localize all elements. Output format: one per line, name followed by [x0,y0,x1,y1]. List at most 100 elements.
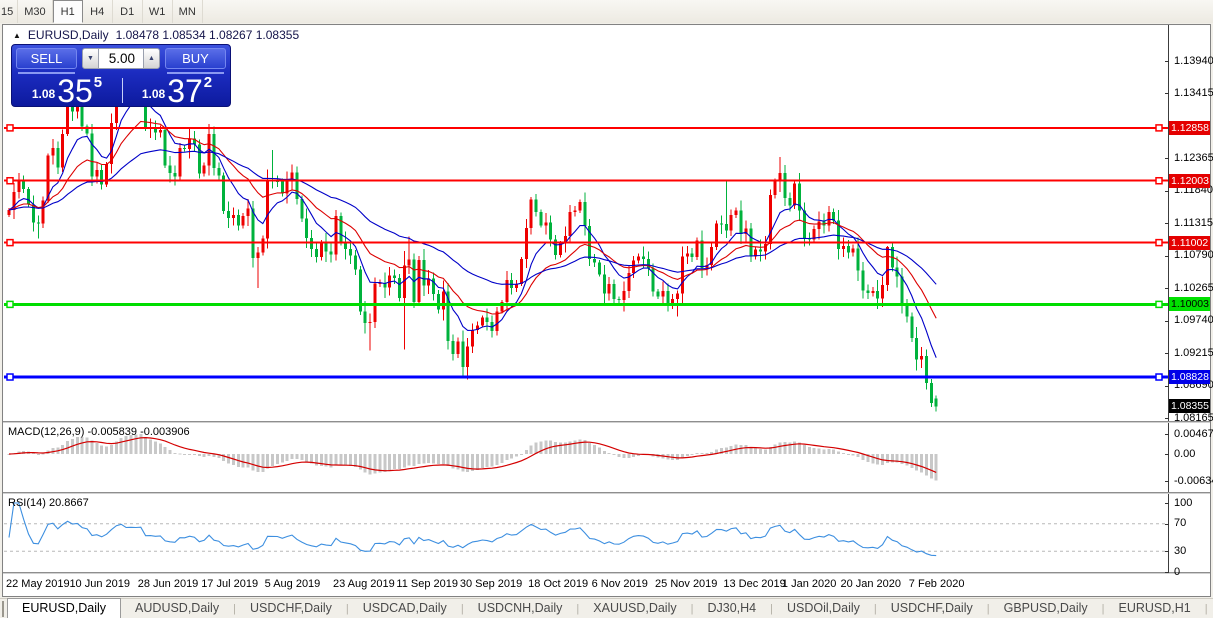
volume-decrease-icon[interactable]: ▼ [82,48,99,69]
chart-tab[interactable]: XAUUSD,Daily [579,599,690,618]
timeframe-button-h4[interactable]: H4 [83,0,113,23]
rsi-current-value: 20.8667 [48,497,89,509]
volume-stepper: ▼ 5.00 ▲ [82,48,160,69]
candle-body [549,222,553,240]
candle-body [637,256,641,261]
macd-bar [524,450,528,454]
chart-tab[interactable]: EURUSD,H1 [1105,599,1205,618]
candle-body [168,165,172,173]
macd-bar [158,443,162,454]
pane-separator[interactable] [3,421,1210,423]
macd-bar [627,454,631,458]
candle-body [227,211,231,219]
buy-button[interactable]: BUY [165,48,226,69]
macd-bar [685,454,689,457]
chart-tab[interactable]: AUDUSD,Daily [121,599,233,618]
macd-bar [383,454,387,472]
level-handle[interactable] [1155,176,1163,185]
level-handle[interactable] [1155,238,1163,247]
chart-tab[interactable]: USDCNH,Daily [464,599,577,618]
macd-bar [695,452,699,454]
price-badge: 1.10003 [1169,297,1210,312]
collapse-panel-icon[interactable]: ▲ [13,31,21,40]
pane-separator[interactable] [3,492,1210,494]
macd-bar [505,454,509,461]
price-axis-tick [1165,320,1169,322]
price-badge: 1.08828 [1169,370,1210,384]
candle-body [314,248,318,257]
macd-bar [397,454,401,470]
candle-body [539,211,543,226]
chart-ohlc-values: 1.08478 1.08534 1.08267 1.08355 [115,28,300,42]
date-axis-label: 23 Aug 2019 [332,578,395,590]
macd-bar [744,445,748,454]
chart-tab[interactable]: USDOil,Daily [773,599,874,618]
macd-bar [924,454,928,476]
chart-tab[interactable]: USDCAD,Daily [349,599,461,618]
macd-bar [632,454,636,457]
level-handle[interactable] [1155,300,1163,309]
macd-axis-tick [1165,454,1169,455]
volume-input[interactable]: 5.00 [99,48,143,69]
candle-body [578,201,582,211]
timeframe-button-m30[interactable]: M30 [18,0,53,23]
sell-price-display[interactable]: 1.08 35 5 [15,74,119,107]
candle-body [417,260,421,303]
candle-body [724,224,728,231]
macd-bar [266,454,270,469]
macd-bar [461,454,465,472]
level-handle[interactable] [6,124,14,132]
candle-body [680,256,684,294]
volume-increase-icon[interactable]: ▲ [143,48,160,69]
chart-symbol-title: EURUSD,Daily [27,28,109,42]
timeframe-button-mn[interactable]: MN [173,0,203,23]
candle-body [217,167,221,176]
macd-bar [495,454,499,465]
sell-button[interactable]: SELL [16,48,77,69]
level-handle[interactable] [6,373,14,381]
level-handle[interactable] [1155,124,1163,132]
level-handle[interactable] [6,176,14,185]
macd-bar [188,453,192,455]
date-axis-label: 6 Nov 2019 [591,578,648,590]
candle-body [866,290,870,293]
trade-panel-top-row: SELL ▼ 5.00 ▲ BUY [12,48,230,69]
level-handle[interactable] [6,300,14,309]
candle-body [480,317,484,326]
tabbar-grip[interactable] [2,601,4,617]
candle-body [773,181,777,196]
candle-body [846,245,850,253]
chart-tab[interactable]: USDCHF,Daily [877,599,987,618]
pane-separator[interactable] [3,572,1210,574]
chart-tab[interactable]: EURUSD,Daily [7,598,122,618]
timeframe-button-w1[interactable]: W1 [143,0,173,23]
chart-header: ▲ EURUSD,Daily 1.08478 1.08534 1.08267 1… [13,28,299,42]
candle-body [7,209,11,215]
level-handle[interactable] [6,238,14,247]
macd-bar [466,454,470,472]
timeframe-button-15[interactable]: 15 [0,0,19,23]
timeframe-button-d1[interactable]: D1 [113,0,143,23]
macd-bar [817,448,821,454]
macd-bar [705,452,709,454]
candle-body [529,199,533,228]
price-axis-tick-label: 1.08165 [1174,411,1213,424]
buy-price-display[interactable]: 1.08 37 2 [125,74,229,107]
chart-tab[interactable]: GBPUSD,Daily [990,599,1102,618]
rsi-pane [4,502,1168,557]
price-divider [122,78,123,103]
candle-body [266,179,270,239]
macd-bar [544,440,548,454]
price-axis-tick-label: 1.12365 [1174,151,1213,164]
chart-tab[interactable]: GBPAUD,H1 [1208,599,1213,618]
candle-body [349,248,353,256]
level-handle[interactable] [1155,373,1163,381]
macd-bar [227,454,231,464]
chart-tab[interactable]: USDCHF,Daily [236,599,346,618]
macd-bar [109,444,113,454]
candle-body [353,255,357,270]
rsi-axis-tick [1165,503,1169,504]
chart-tab[interactable]: DJ30,H4 [693,599,770,618]
candle-body [368,321,372,324]
timeframe-button-h1[interactable]: H1 [52,0,83,23]
